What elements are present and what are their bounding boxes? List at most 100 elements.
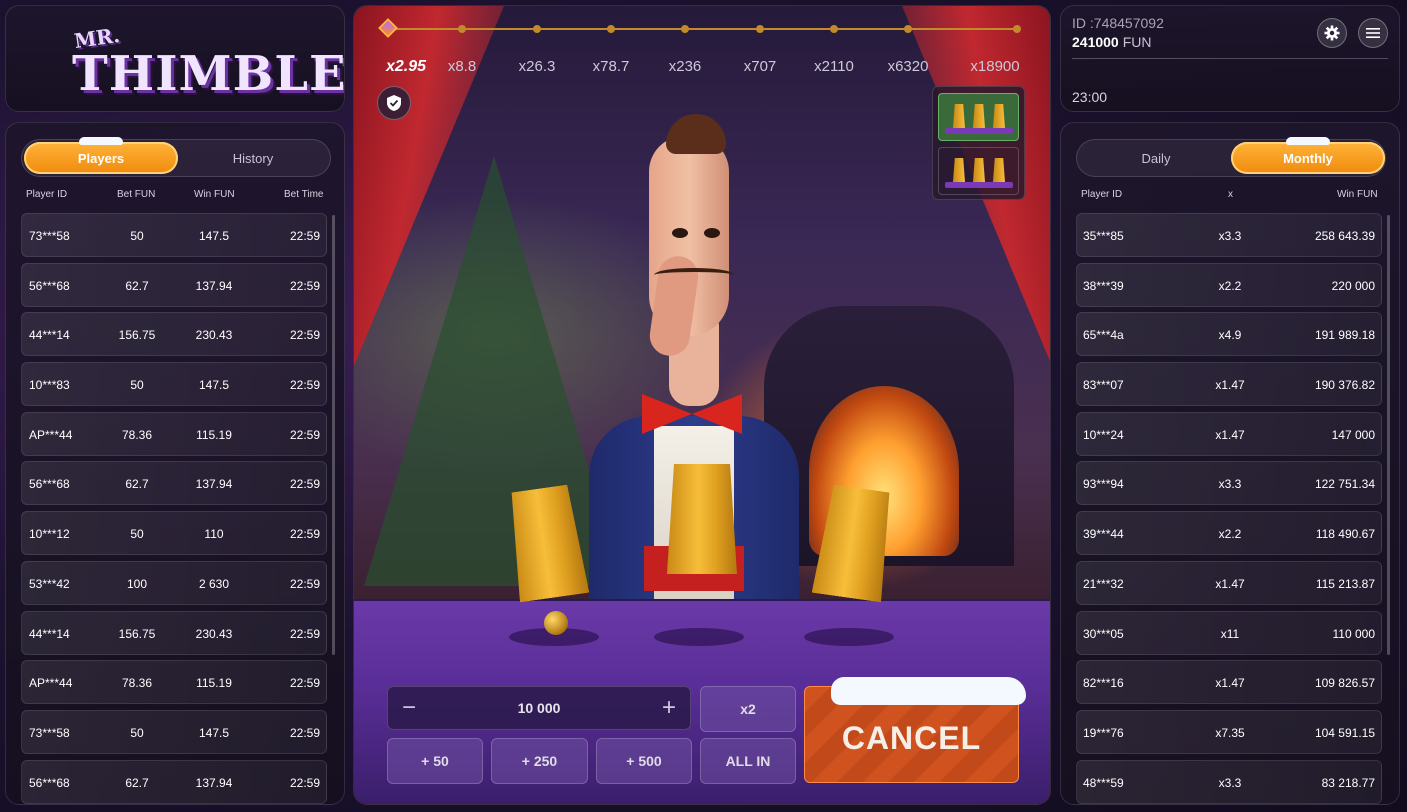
win-amount: 147 000 <box>1331 427 1375 442</box>
tab-daily[interactable]: Daily <box>1079 142 1233 174</box>
cancel-label: CANCEL <box>841 720 982 756</box>
bet-time: 22:59 <box>289 427 320 442</box>
win-amount: 190 376.82 <box>1314 378 1375 393</box>
win-amount: 230.43 <box>195 626 233 641</box>
win-amount: 2 630 <box>198 576 230 591</box>
leaderboard-scrollbar[interactable] <box>1387 215 1390 655</box>
logo-name: THIMBLE <box>72 46 345 102</box>
player-id: 48***59 <box>1083 775 1124 790</box>
players-panel: Players History Player ID Bet FUN Win FU… <box>5 122 345 805</box>
bet-time: 22:59 <box>289 775 320 790</box>
tab-monthly[interactable]: Monthly <box>1231 137 1385 174</box>
table-row: 10***12 50 110 22:59 <box>21 511 327 556</box>
multiplier-label: x26.3 <box>518 58 556 75</box>
win-amount: 258 643.39 <box>1314 229 1375 243</box>
table-row: 35***85 x3.3 258 643.39 <box>1076 213 1382 257</box>
table-row: 48***59 x3.3 83 218.77 <box>1076 759 1382 804</box>
bet-amount: 78.36 <box>121 676 153 691</box>
player-id: 73***58 <box>29 725 70 740</box>
table-row: 44***14 156.75 230.43 22:59 <box>21 312 327 357</box>
player-id: 83***07 <box>1083 378 1124 393</box>
leaderboard-tabs: Daily Monthly <box>1076 137 1386 177</box>
win-amount: 115.19 <box>196 676 232 691</box>
tab-history[interactable]: History <box>176 142 330 174</box>
account-id: ID :748457092 <box>1072 15 1164 31</box>
add-250-button[interactable]: + 250 <box>491 738 588 784</box>
multiplier-label: x6320 <box>887 58 929 75</box>
tab-monthly-label: Monthly <box>1283 150 1333 166</box>
multiplier-label: x2.95 <box>385 58 427 75</box>
bet-stepper: − 10 000 + <box>387 686 691 730</box>
player-id: 56***68 <box>29 477 70 492</box>
win-amount: 118 490.67 <box>1315 527 1375 542</box>
col-player-id: Player ID <box>1081 189 1123 200</box>
logo-panel: MR. THIMBLE <box>5 5 345 112</box>
hamburger-icon <box>1366 28 1380 38</box>
cancel-button[interactable]: CANCEL <box>804 677 1026 783</box>
bet-amount: 78.36 <box>121 427 153 442</box>
multiplier-dot <box>533 25 541 33</box>
add-500-button[interactable]: + 500 <box>596 738 692 784</box>
col-win: Win FUN <box>194 189 235 200</box>
win-amount: 109 826.57 <box>1314 676 1375 691</box>
multiplier: x3.3 <box>1218 477 1242 492</box>
multiplier: x2.2 <box>1218 527 1242 542</box>
win-amount: 110 <box>204 527 224 542</box>
bet-amount: 62.7 <box>125 278 149 293</box>
bet-amount: 50 <box>130 527 144 542</box>
table-row: 56***68 62.7 137.94 22:59 <box>21 759 327 804</box>
table-row: 21***32 x1.47 115 213.87 <box>1076 560 1382 605</box>
bet-time: 22:59 <box>289 328 320 343</box>
character-eye-right <box>704 228 720 238</box>
multiplier-dot <box>607 25 615 33</box>
table-row: 93***94 x3.3 122 751.34 <box>1076 461 1382 506</box>
player-id: 73***58 <box>29 229 70 243</box>
all-in-button[interactable]: ALL IN <box>700 738 796 784</box>
add-50-button[interactable]: + 50 <box>387 738 483 784</box>
tab-players[interactable]: Players <box>24 137 178 174</box>
menu-button[interactable] <box>1358 18 1388 48</box>
multiplier-label: x8.8 <box>447 58 477 75</box>
table-row: 30***05 x11 110 000 <box>1076 610 1382 655</box>
increase-bet-button[interactable]: + <box>654 693 684 723</box>
clock: 23:00 <box>1072 89 1108 105</box>
player-id: 19***76 <box>1083 725 1124 740</box>
bet-time: 22:59 <box>289 378 320 393</box>
bet-amount-input[interactable]: 10 000 <box>388 700 690 716</box>
snow-decoration <box>831 677 1026 705</box>
leaderboard-panel: Daily Monthly Player ID x Win FUN 35***8… <box>1060 122 1400 805</box>
bet-time: 22:59 <box>289 477 320 492</box>
thimble-cup-middle[interactable] <box>667 464 737 574</box>
mode-two-balls[interactable] <box>938 147 1019 195</box>
character-hair <box>666 114 726 154</box>
col-multiplier: x <box>1228 189 1233 200</box>
win-amount: 147.5 <box>198 725 230 740</box>
table-row: 10***24 x1.47 147 000 <box>1076 411 1382 456</box>
multiplier-label: x2110 <box>814 58 854 75</box>
double-bet-button[interactable]: x2 <box>700 686 796 732</box>
table-row: 82***16 x1.47 109 826.57 <box>1076 660 1382 705</box>
table-row: 56***68 62.7 137.94 22:59 <box>21 262 327 307</box>
player-id: 82***16 <box>1083 676 1124 691</box>
win-amount: 115 213.87 <box>1315 576 1375 591</box>
multiplier-dot <box>830 25 838 33</box>
multiplier-label: x78.7 <box>592 58 630 75</box>
divider <box>1072 58 1388 59</box>
snow-decoration <box>1286 137 1330 145</box>
settings-button[interactable] <box>1317 18 1347 48</box>
players-scrollbar[interactable] <box>332 215 335 655</box>
multiplier: x1.47 <box>1215 576 1245 591</box>
balance: 241000 FUN <box>1072 34 1152 50</box>
player-id: 56***68 <box>29 775 70 790</box>
multiplier-label: x707 <box>743 58 777 75</box>
player-id: 21***32 <box>1083 576 1124 591</box>
table-row: 65***4a x4.9 191 989.18 <box>1076 312 1382 357</box>
fairness-button[interactable] <box>377 86 411 120</box>
multiplier: x1.47 <box>1215 378 1245 393</box>
mode-one-ball[interactable] <box>938 93 1019 141</box>
col-bet: Bet FUN <box>117 189 156 200</box>
balance-currency: FUN <box>1122 34 1152 50</box>
account-panel: ID :748457092 241000 FUN 23:00 <box>1060 5 1400 112</box>
multiplier: x1.47 <box>1215 427 1245 442</box>
bet-amount: 50 <box>130 378 144 393</box>
